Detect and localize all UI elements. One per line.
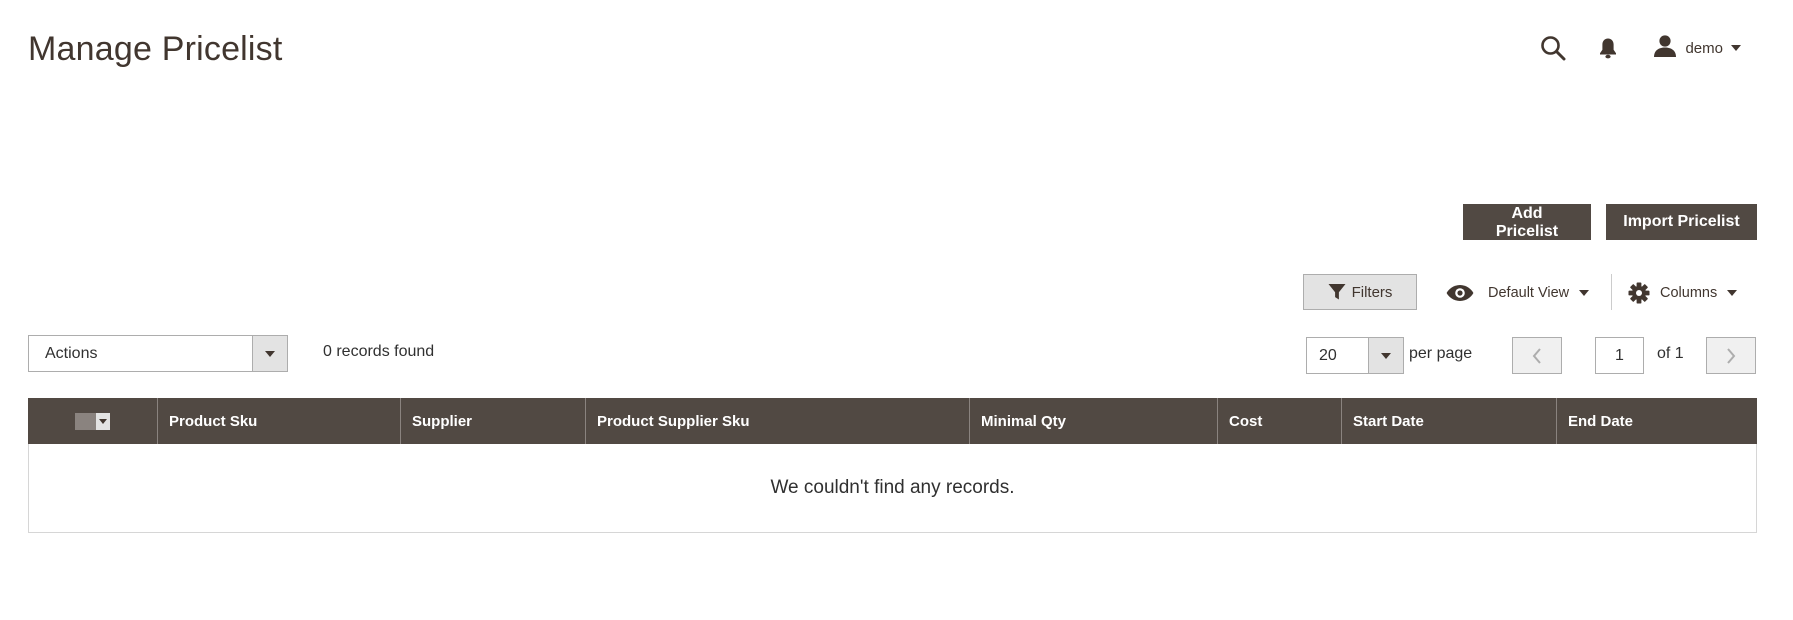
chevron-left-icon	[1532, 347, 1541, 364]
column-header-end-date[interactable]: End Date	[1557, 398, 1757, 444]
chevron-down-icon	[252, 336, 287, 371]
checkbox-icon	[75, 412, 96, 430]
next-page-button[interactable]	[1706, 337, 1756, 374]
user-name: demo	[1685, 39, 1723, 57]
actions-label: Actions	[45, 344, 98, 362]
chevron-down-icon	[1579, 290, 1590, 296]
per-page-select[interactable]: 20	[1306, 337, 1404, 374]
grid-header: Product Sku Supplier Product Supplier Sk…	[28, 398, 1757, 444]
chevron-down-icon	[1368, 338, 1403, 373]
gear-icon	[1628, 282, 1650, 304]
column-header-product-sku[interactable]: Product Sku	[158, 398, 401, 444]
per-page-label: per page	[1409, 345, 1473, 362]
actions-dropdown[interactable]: Actions	[28, 335, 288, 372]
previous-page-button[interactable]	[1512, 337, 1562, 374]
user-menu[interactable]: demo	[1653, 34, 1741, 63]
default-view-dropdown[interactable]: Default View	[1446, 278, 1590, 308]
import-pricelist-button[interactable]: Import Pricelist	[1606, 204, 1757, 240]
default-view-label: Default View	[1488, 285, 1570, 301]
filters-button[interactable]: Filters	[1303, 274, 1417, 310]
eye-icon	[1446, 285, 1474, 301]
chevron-down-icon	[1727, 290, 1738, 296]
column-header-product-supplier-sku[interactable]: Product Supplier Sku	[586, 398, 970, 444]
columns-dropdown[interactable]: Columns	[1628, 278, 1738, 308]
column-header-start-date[interactable]: Start Date	[1342, 398, 1557, 444]
chevron-down-icon	[1731, 45, 1741, 51]
header-actions: demo	[1535, 30, 1741, 66]
toolbar-divider	[1611, 274, 1612, 310]
column-header-cost[interactable]: Cost	[1218, 398, 1342, 444]
mass-select-checkbox[interactable]	[75, 412, 110, 430]
column-header-minimal-qty[interactable]: Minimal Qty	[970, 398, 1218, 444]
add-pricelist-button[interactable]: Add Pricelist	[1463, 204, 1591, 240]
filter-icon	[1328, 284, 1346, 300]
mass-select-column[interactable]	[28, 398, 158, 444]
page-number-input[interactable]	[1595, 337, 1644, 374]
page-total: of 1	[1657, 345, 1684, 362]
search-icon[interactable]	[1535, 30, 1571, 66]
empty-message: We couldn't find any records.	[28, 444, 1757, 533]
chevron-down-icon	[96, 412, 110, 430]
chevron-right-icon	[1727, 347, 1736, 364]
columns-label: Columns	[1660, 285, 1718, 301]
pricelist-grid: Product Sku Supplier Product Supplier Sk…	[28, 398, 1757, 533]
user-icon	[1653, 34, 1677, 63]
records-found-count: 0 records found	[323, 343, 435, 360]
per-page-value: 20	[1319, 346, 1337, 364]
bell-icon[interactable]	[1593, 30, 1623, 66]
filters-label: Filters	[1351, 283, 1393, 301]
page-title: Manage Pricelist	[28, 30, 283, 68]
column-header-supplier[interactable]: Supplier	[401, 398, 586, 444]
